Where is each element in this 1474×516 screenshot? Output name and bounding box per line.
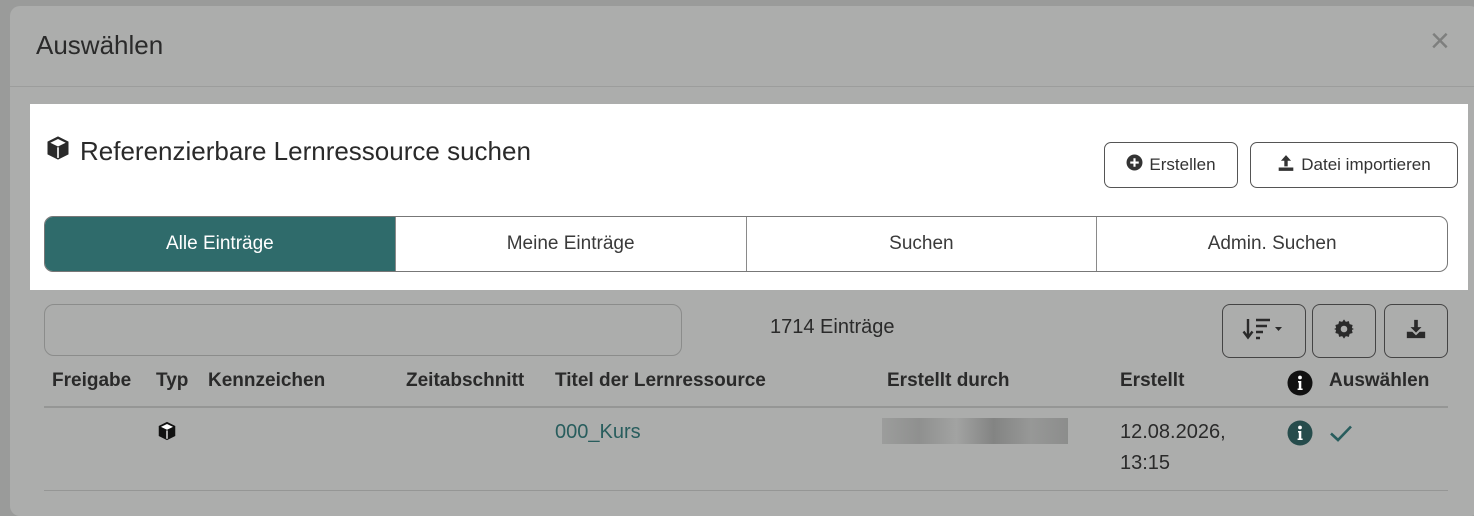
creator-name-redacted: [882, 418, 1068, 444]
col-header-zeitabschnitt[interactable]: Zeitabschnitt: [406, 370, 524, 392]
created-time: 13:15: [1120, 452, 1171, 474]
table-header-divider: [44, 406, 1448, 408]
panel-heading: Referenzierbare Lernressource suchen: [44, 134, 531, 169]
create-button[interactable]: Erstellen: [1104, 142, 1238, 188]
resource-title-link[interactable]: 000_Kurs: [555, 421, 641, 444]
create-button-label: Erstellen: [1149, 155, 1216, 174]
info-icon: [1287, 370, 1313, 401]
search-panel: Referenzierbare Lernressource suchen Ers…: [30, 104, 1468, 290]
col-header-typ[interactable]: Typ: [156, 370, 188, 392]
entry-count: 1714 Einträge: [770, 316, 895, 338]
cube-icon: [44, 134, 72, 169]
download-button[interactable]: [1384, 304, 1448, 358]
search-input[interactable]: [44, 304, 682, 356]
tab-alle-eintraege[interactable]: Alle Einträge: [45, 217, 395, 271]
tab-meine-eintraege[interactable]: Meine Einträge: [394, 217, 746, 271]
import-file-button[interactable]: Datei importieren: [1250, 142, 1458, 188]
col-header-kennzeichen[interactable]: Kennzeichen: [208, 370, 325, 392]
col-header-erstellt[interactable]: Erstellt: [1120, 370, 1184, 392]
dialog-header: Auswählen: [10, 6, 1474, 87]
col-header-erstellt-durch[interactable]: Erstellt durch: [887, 370, 1009, 392]
dialog-title: Auswählen: [36, 30, 164, 60]
col-header-titel[interactable]: Titel der Lernressource: [555, 370, 766, 392]
select-check-icon[interactable]: [1328, 420, 1354, 451]
close-icon[interactable]: ×: [1430, 24, 1450, 58]
plus-circle-icon: [1126, 154, 1143, 176]
cube-icon: [156, 420, 178, 447]
tab-suchen[interactable]: Suchen: [745, 217, 1097, 271]
created-date: 12.08.2026,: [1120, 421, 1226, 443]
download-icon: [1405, 318, 1427, 345]
tab-admin-suchen[interactable]: Admin. Suchen: [1096, 217, 1447, 271]
tab-bar: Alle Einträge Meine Einträge Suchen Admi…: [44, 216, 1448, 272]
panel-heading-text: Referenzierbare Lernressource suchen: [80, 136, 531, 166]
sort-button[interactable]: [1222, 304, 1306, 358]
row-divider: [44, 490, 1448, 491]
select-dialog: Auswählen × Referenzierbare Lernressourc…: [10, 6, 1474, 516]
gear-icon: [1333, 318, 1355, 345]
import-button-label: Datei importieren: [1301, 155, 1431, 174]
col-header-freigabe[interactable]: Freigabe: [52, 370, 131, 392]
settings-button[interactable]: [1312, 304, 1376, 358]
row-info-icon[interactable]: [1287, 420, 1313, 451]
sort-icon: [1242, 316, 1286, 347]
col-header-auswaehlen: Auswählen: [1329, 370, 1430, 391]
upload-icon: [1277, 154, 1295, 177]
